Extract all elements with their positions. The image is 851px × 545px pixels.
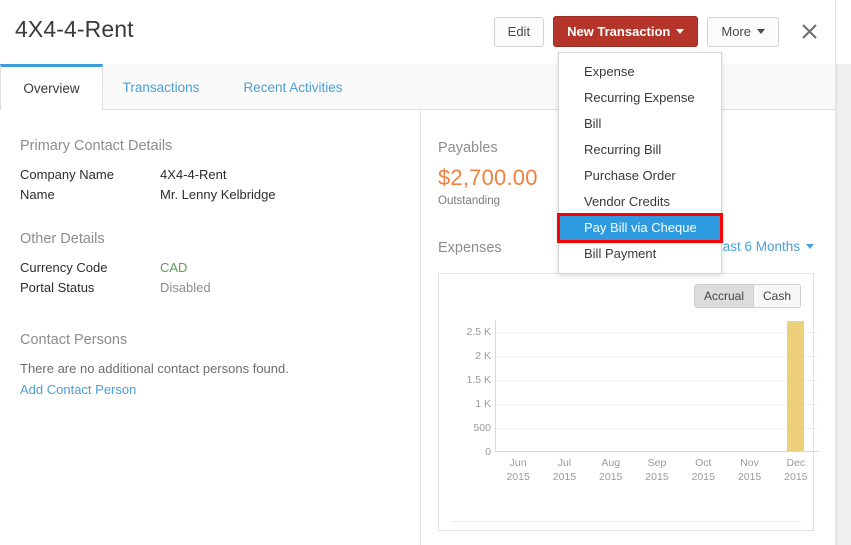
contact-overview-page: 4X4-4-Rent Edit New Transaction More bbox=[0, 0, 851, 545]
more-button-label: More bbox=[721, 25, 751, 38]
x-axis-tick-month: Oct bbox=[680, 456, 726, 470]
x-axis-tick-month: Sep bbox=[634, 456, 680, 470]
y-axis-tick: 0 bbox=[447, 446, 491, 458]
detail-value: Disabled bbox=[160, 278, 211, 298]
contact-persons-heading: Contact Persons bbox=[20, 332, 420, 348]
y-axis-tick: 1 K bbox=[447, 398, 491, 410]
basis-option-accrual[interactable]: Accrual bbox=[695, 285, 753, 307]
detail-row-name: Name Mr. Lenny Kelbridge bbox=[20, 185, 420, 205]
new-transaction-dropdown-menu: ExpenseRecurring ExpenseBillRecurring Bi… bbox=[558, 52, 722, 274]
detail-row-portal-status: Portal Status Disabled bbox=[20, 278, 420, 298]
primary-contact-heading: Primary Contact Details bbox=[20, 138, 420, 154]
x-axis-tick-year: 2015 bbox=[726, 470, 772, 484]
chevron-down-icon bbox=[757, 29, 765, 34]
menu-item-bill[interactable]: Bill bbox=[559, 111, 721, 137]
x-axis-tick-year: 2015 bbox=[588, 470, 634, 484]
menu-item-bill-payment[interactable]: Bill Payment bbox=[559, 241, 721, 267]
period-select-label: Last 6 Months bbox=[715, 239, 800, 254]
detail-key: Company Name bbox=[20, 165, 160, 185]
tab-transactions-label: Transactions bbox=[123, 80, 200, 95]
menu-item-expense[interactable]: Expense bbox=[559, 59, 721, 85]
detail-key: Currency Code bbox=[20, 258, 160, 278]
x-axis-tick: Aug2015 bbox=[588, 456, 634, 484]
y-axis-tick: 1.5 K bbox=[447, 374, 491, 386]
tab-transactions[interactable]: Transactions bbox=[103, 64, 219, 110]
x-axis-tick-year: 2015 bbox=[773, 470, 819, 484]
detail-row-company-name: Company Name 4X4-4-Rent bbox=[20, 165, 420, 185]
page-title: 4X4-4-Rent bbox=[15, 16, 134, 43]
x-axis-tick-year: 2015 bbox=[634, 470, 680, 484]
x-axis-tick: Jul2015 bbox=[541, 456, 587, 484]
chart-footer-divider bbox=[451, 521, 801, 522]
chart-bar-slot bbox=[773, 319, 819, 451]
contact-persons-empty-text: There are no additional contact persons … bbox=[20, 359, 420, 379]
tab-recent-activities-label: Recent Activities bbox=[243, 80, 342, 95]
tab-overview-label: Overview bbox=[23, 81, 79, 96]
chart-bar-slot bbox=[542, 319, 588, 451]
detail-value: Mr. Lenny Kelbridge bbox=[160, 185, 276, 205]
x-axis-tick: Sep2015 bbox=[634, 456, 680, 484]
detail-value: CAD bbox=[160, 258, 187, 278]
expenses-title: Expenses bbox=[438, 240, 502, 256]
more-button[interactable]: More bbox=[707, 17, 779, 47]
tab-overview[interactable]: Overview bbox=[0, 64, 103, 111]
chart-bar[interactable] bbox=[787, 321, 804, 451]
chart-bar-slot bbox=[681, 319, 727, 451]
detail-value: 4X4-4-Rent bbox=[160, 165, 226, 185]
vertical-scrollbar[interactable] bbox=[836, 64, 851, 545]
menu-item-recurring-bill[interactable]: Recurring Bill bbox=[559, 137, 721, 163]
x-axis-tick-month: Jul bbox=[541, 456, 587, 470]
chart-bars bbox=[496, 319, 819, 451]
detail-key: Name bbox=[20, 185, 160, 205]
chart-bar-slot bbox=[588, 319, 634, 451]
menu-item-recurring-expense[interactable]: Recurring Expense bbox=[559, 85, 721, 111]
x-axis-tick-month: Aug bbox=[588, 456, 634, 470]
x-axis-tick-year: 2015 bbox=[495, 470, 541, 484]
detail-key: Portal Status bbox=[20, 278, 160, 298]
menu-item-vendor-credits[interactable]: Vendor Credits bbox=[559, 189, 721, 215]
chart-bar-slot bbox=[634, 319, 680, 451]
x-axis-tick-month: Jun bbox=[495, 456, 541, 470]
new-transaction-button-label: New Transaction bbox=[567, 25, 670, 38]
x-axis-tick: Oct2015 bbox=[680, 456, 726, 484]
expenses-bar-chart: 2.5 K2 K1.5 K1 K5000 Jun2015Jul2015Aug20… bbox=[447, 320, 825, 490]
menu-item-purchase-order[interactable]: Purchase Order bbox=[559, 163, 721, 189]
other-details-heading: Other Details bbox=[20, 231, 420, 247]
detail-row-currency-code: Currency Code CAD bbox=[20, 258, 420, 278]
x-axis-tick-month: Dec bbox=[773, 456, 819, 470]
chart-plot-area bbox=[495, 320, 819, 452]
x-axis-labels: Jun2015Jul2015Aug2015Sep2015Oct2015Nov20… bbox=[495, 456, 819, 484]
chevron-down-icon bbox=[676, 29, 684, 34]
header-actions: Edit New Transaction More bbox=[494, 16, 822, 47]
chevron-down-icon bbox=[806, 244, 814, 249]
new-transaction-button[interactable]: New Transaction bbox=[553, 16, 698, 47]
x-axis-tick-year: 2015 bbox=[541, 470, 587, 484]
close-icon[interactable] bbox=[796, 19, 822, 45]
contact-details-panel: Primary Contact Details Company Name 4X4… bbox=[0, 110, 420, 545]
edit-button[interactable]: Edit bbox=[494, 17, 544, 47]
x-axis-tick-year: 2015 bbox=[680, 470, 726, 484]
accounting-basis-toggle: Accrual Cash bbox=[694, 284, 801, 308]
x-axis-tick: Dec2015 bbox=[773, 456, 819, 484]
y-axis-tick: 500 bbox=[447, 422, 491, 434]
x-axis-tick: Jun2015 bbox=[495, 456, 541, 484]
x-axis-tick-month: Nov bbox=[726, 456, 772, 470]
edit-button-label: Edit bbox=[508, 25, 530, 38]
period-select[interactable]: Last 6 Months bbox=[715, 239, 814, 254]
add-contact-person-link[interactable]: Add Contact Person bbox=[20, 382, 136, 397]
y-axis-tick: 2 K bbox=[447, 350, 491, 362]
menu-item-pay-bill-via-cheque[interactable]: Pay Bill via Cheque bbox=[559, 215, 721, 241]
chart-bar-slot bbox=[496, 319, 542, 451]
x-axis-tick: Nov2015 bbox=[726, 456, 772, 484]
basis-option-cash[interactable]: Cash bbox=[753, 285, 800, 307]
tab-recent-activities[interactable]: Recent Activities bbox=[219, 64, 367, 110]
chart-bar-slot bbox=[727, 319, 773, 451]
expenses-chart-card: Accrual Cash 2.5 K2 K1.5 K1 K5000 Jun201… bbox=[438, 273, 814, 531]
y-axis-tick: 2.5 K bbox=[447, 326, 491, 338]
y-axis-labels: 2.5 K2 K1.5 K1 K5000 bbox=[447, 320, 491, 452]
